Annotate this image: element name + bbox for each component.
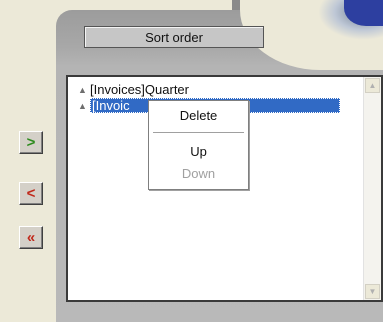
- panel-title: Sort order: [84, 26, 264, 48]
- list-item[interactable]: ▲ [Invoices]Quarter: [78, 82, 189, 97]
- sort-ascending-icon: ▲: [78, 100, 87, 111]
- context-menu: Delete Up Down: [148, 100, 249, 190]
- vertical-scrollbar[interactable]: ▲ ▼: [363, 77, 381, 300]
- remove-all-fields-button[interactable]: «: [19, 226, 43, 249]
- scroll-down-icon: ▼: [368, 287, 377, 296]
- add-field-button[interactable]: >: [19, 131, 43, 154]
- scroll-up-icon: ▲: [368, 81, 377, 90]
- list-item-label: [Invoices]Quarter: [90, 82, 189, 97]
- arrow-left-icon: <: [26, 185, 36, 202]
- arrow-right-icon: >: [26, 134, 36, 151]
- menu-separator: [153, 132, 244, 133]
- menu-item-delete[interactable]: Delete: [149, 108, 248, 123]
- menu-item-down-disabled: Down: [181, 166, 216, 181]
- remove-field-button[interactable]: <: [19, 182, 43, 205]
- scroll-down-button[interactable]: ▼: [365, 284, 380, 299]
- double-arrow-left-icon: «: [26, 229, 36, 246]
- menu-item-up[interactable]: Up: [149, 144, 248, 159]
- panel-title-text: Sort order: [145, 29, 203, 45]
- sort-ascending-icon: ▲: [78, 84, 87, 95]
- scroll-up-button[interactable]: ▲: [365, 78, 380, 93]
